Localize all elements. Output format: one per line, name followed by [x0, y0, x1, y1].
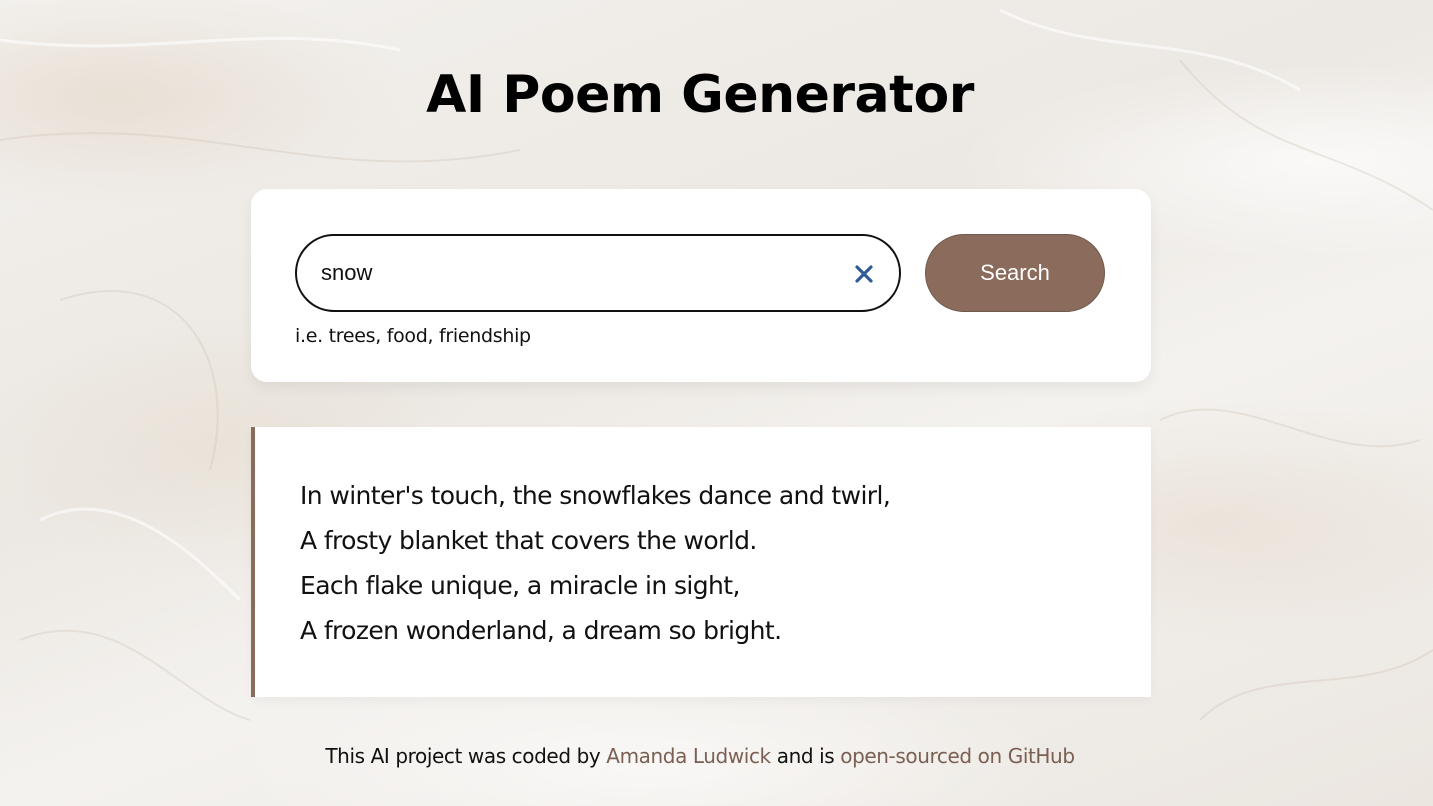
footer-middle: and is — [776, 744, 835, 768]
poem-lines: In winter's touch, the snowflakes dance … — [300, 473, 891, 653]
search-card: Search i.e. trees, food, friendship — [251, 189, 1151, 382]
github-link[interactable]: open-sourced on GitHub — [840, 744, 1075, 768]
page: AI Poem Generator Search i.e. trees, foo… — [0, 0, 1433, 806]
search-input-wrapper — [295, 234, 901, 312]
search-input[interactable] — [321, 236, 841, 310]
poem-card: In winter's touch, the snowflakes dance … — [251, 427, 1151, 697]
poem-line: Each flake unique, a miracle in sight, — [300, 571, 740, 600]
author-link[interactable]: Amanda Ludwick — [606, 744, 771, 768]
poem-line: A frosty blanket that covers the world. — [300, 526, 757, 555]
footer: This AI project was coded by Amanda Ludw… — [0, 740, 1400, 772]
poem-line: A frozen wonderland, a dream so bright. — [300, 616, 782, 645]
search-hint: i.e. trees, food, friendship — [295, 325, 531, 347]
page-title: AI Poem Generator — [426, 65, 974, 125]
poem-line: In winter's touch, the snowflakes dance … — [300, 481, 891, 510]
close-icon[interactable] — [852, 262, 876, 286]
footer-prefix: This AI project was coded by — [325, 744, 601, 768]
search-button[interactable]: Search — [925, 234, 1105, 312]
search-form: Search — [295, 234, 1105, 312]
